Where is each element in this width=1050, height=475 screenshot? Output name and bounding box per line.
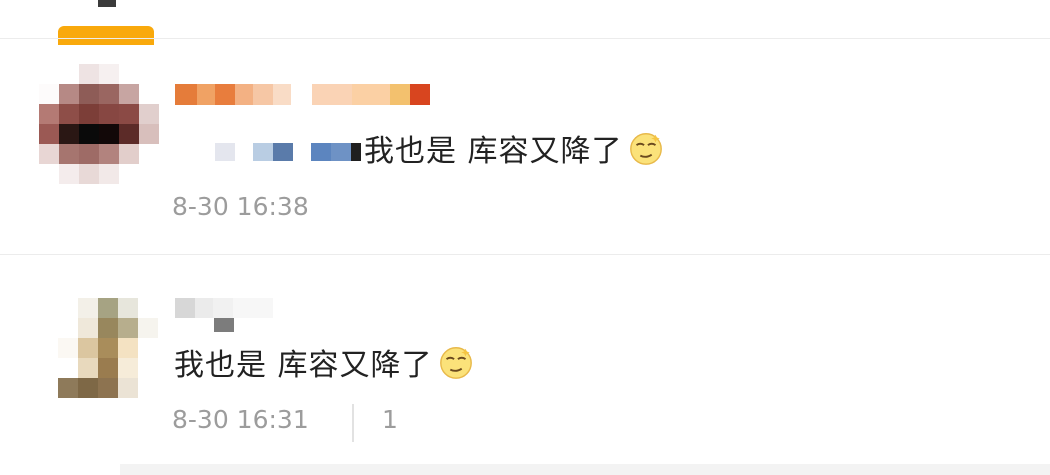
active-tab-indicator[interactable] (58, 26, 154, 45)
meta-separator (352, 404, 354, 442)
divider (0, 254, 1050, 255)
divider (0, 38, 1050, 39)
username-suffix (214, 318, 234, 332)
user-badge (312, 84, 430, 105)
previous-item-edge (98, 0, 116, 7)
comment-body: 我也是 库容又降了 (174, 348, 433, 383)
username[interactable] (175, 298, 273, 318)
comment-body: 我也是 库容又降了 (364, 134, 623, 169)
username[interactable] (175, 84, 291, 105)
dizzy-face-emoji-icon (439, 347, 472, 379)
comment-list: 我也是 库容又降了 8-30 16:38 我也是 库容又降了 8-30 16:3… (0, 0, 1050, 475)
comment-text: 我也是 库容又降了 (174, 342, 475, 383)
comment-text: 我也是 库容又降了 (364, 128, 665, 169)
avatar[interactable] (39, 64, 159, 184)
avatar[interactable] (58, 298, 158, 398)
reply-count[interactable]: 1 (382, 405, 398, 434)
mentioned-user[interactable] (215, 143, 361, 161)
comment-timestamp: 8-30 16:31 (172, 405, 309, 434)
comment-timestamp: 8-30 16:38 (172, 192, 309, 221)
dizzy-face-emoji-icon (629, 133, 662, 165)
bottom-edge (120, 464, 1050, 475)
